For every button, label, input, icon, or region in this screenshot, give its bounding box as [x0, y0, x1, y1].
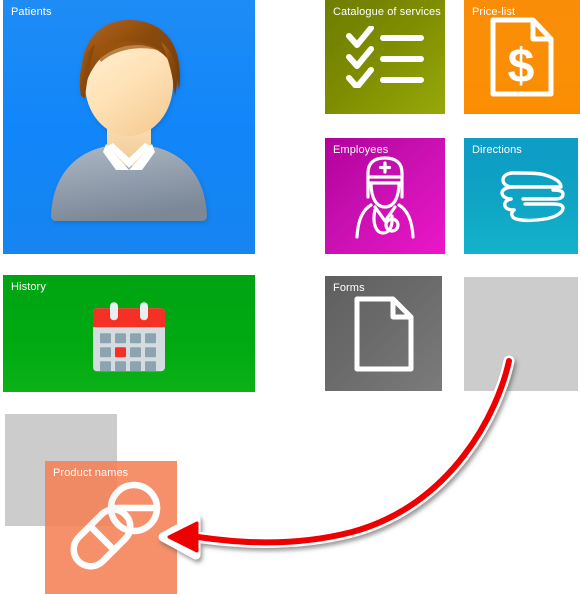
tile-employees[interactable]: Employees — [325, 138, 445, 254]
tile-directions[interactable]: Directions — [464, 138, 578, 254]
tile-catalogue-of-services[interactable]: Catalogue of services — [325, 0, 445, 114]
tile-label-catalogue-of-services: Catalogue of services — [333, 6, 441, 18]
tile-label-employees: Employees — [333, 144, 389, 156]
tile-label-history: History — [11, 281, 46, 293]
tile-history[interactable]: History — [3, 275, 255, 392]
user-avatar-icon — [3, 0, 255, 254]
tile-label-price-list: Price-list — [472, 6, 516, 18]
tile-forms[interactable]: Forms — [325, 276, 442, 391]
svg-text:$: $ — [508, 40, 535, 93]
tile-patients[interactable]: Patients — [3, 0, 255, 254]
tile-price-list[interactable]: $ Price-list — [464, 0, 580, 114]
tile-placeholder-drop-target[interactable] — [464, 277, 578, 391]
tile-product-names[interactable]: Product names — [45, 461, 177, 594]
pills-icon — [45, 461, 177, 594]
tile-label-directions: Directions — [472, 144, 522, 156]
tile-label-product-names: Product names — [53, 467, 129, 479]
tile-label-forms: Forms — [333, 282, 365, 294]
tile-label-patients: Patients — [11, 6, 52, 18]
tile-dashboard: Patients Catalogue of services $ Price-l… — [0, 0, 580, 594]
